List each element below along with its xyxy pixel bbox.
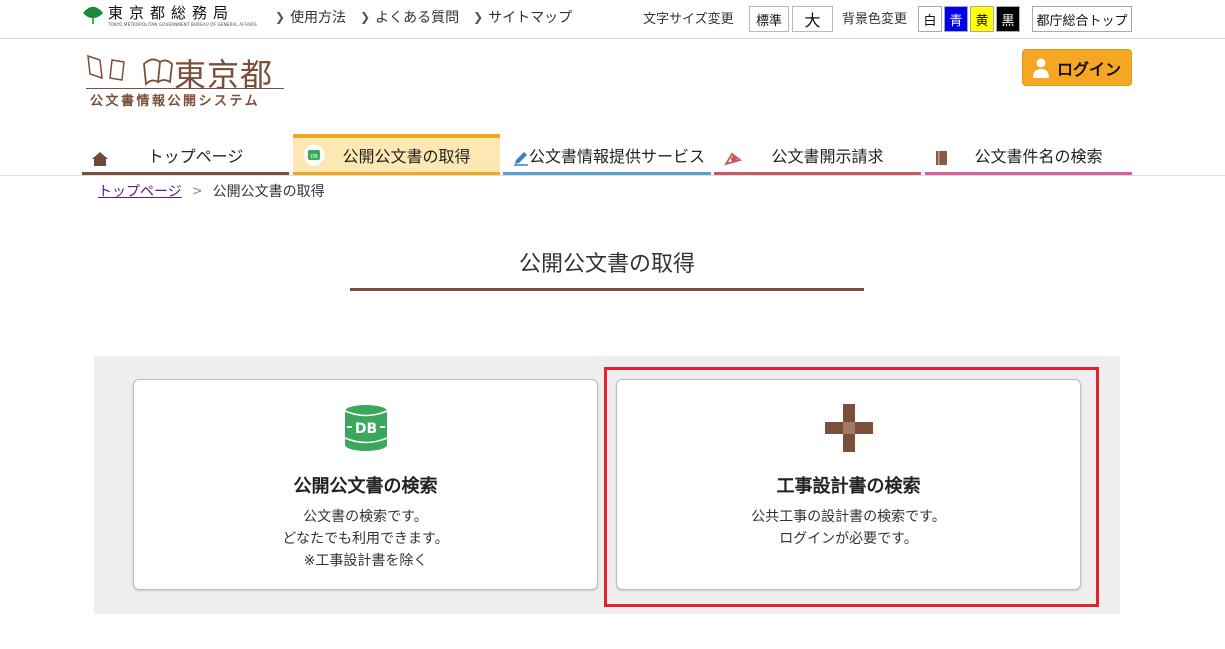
site-logo[interactable]: 東京都 公文書情報公開システム [86, 48, 286, 110]
font-size-standard-button[interactable]: 標準 [749, 6, 789, 32]
bg-color-label: 背景色変更 [842, 12, 908, 27]
highlight-box [604, 367, 1099, 607]
bg-white-button[interactable]: 白 [918, 6, 942, 32]
chevron-right-icon: ❯ [275, 10, 286, 24]
nav-tab-title-search[interactable]: 公文書件名の検索 [925, 134, 1132, 176]
card-title: 公開公文書の検索 [293, 476, 438, 497]
card-description: 公文書の検索です。 どなたでも利用できます。 ※工事設計書を除く [282, 509, 449, 569]
database-icon: DB [344, 405, 387, 451]
logo-subtitle: 公文書情報公開システム [90, 94, 261, 109]
db-icon-text: DB [354, 421, 376, 437]
login-button[interactable]: ログイン [1022, 49, 1132, 86]
utility-links: ❯ 使用方法 ❯ よくある質問 ❯ サイトマップ [275, 7, 572, 27]
bg-yellow-button[interactable]: 黄 [970, 6, 994, 32]
title-underline [350, 288, 864, 291]
ginkgo-leaf-icon [82, 6, 104, 24]
link-sitemap[interactable]: ❯ サイトマップ [473, 7, 572, 27]
database-icon: DB [303, 144, 325, 166]
open-book-icon [87, 54, 173, 86]
breadcrumb-current: 公開公文書の取得 [212, 184, 325, 200]
nav-label: トップページ [147, 147, 244, 166]
login-label: ログイン [1056, 61, 1121, 79]
nav-tab-info-service[interactable]: 公文書情報提供サービス [503, 134, 711, 176]
nav-tab-disclosure-request[interactable]: 公文書開示請求 [714, 134, 921, 176]
chevron-right-icon: ❯ [473, 10, 484, 24]
font-size-label: 文字サイズ変更 [643, 12, 734, 27]
top-utility-bar: 東京都総務局 TOKYO METROPOLITAN GOVERNMENT BUR… [0, 0, 1225, 39]
breadcrumb-separator: > [191, 183, 203, 199]
gov-top-button[interactable]: 都庁総合トップ [1032, 6, 1132, 32]
bureau-name: 東京都総務局 [108, 4, 235, 22]
person-icon [1032, 58, 1049, 78]
main-nav: トップページ DB 公開公文書の取得 公文書情報提供サービス 公文書開示請求 公… [82, 134, 1132, 176]
link-usage[interactable]: ❯ 使用方法 [275, 7, 346, 27]
nav-label: 公文書開示請求 [771, 147, 884, 166]
breadcrumb: トップページ > 公開公文書の取得 [98, 181, 325, 201]
book-icon [936, 151, 947, 165]
bg-blue-button[interactable]: 青 [944, 6, 968, 32]
bureau-subtitle: TOKYO METROPOLITAN GOVERNMENT BUREAU OF … [108, 22, 257, 27]
svg-text:DB: DB [310, 154, 318, 160]
font-size-large-button[interactable]: 大 [792, 6, 833, 32]
nav-label: 公文書件名の検索 [974, 147, 1103, 166]
seal-stamp-icon [724, 152, 742, 166]
nav-tab-home[interactable]: トップページ [82, 134, 289, 176]
nav-divider [0, 175, 1225, 176]
chevron-right-icon: ❯ [360, 10, 371, 24]
breadcrumb-home-link[interactable]: トップページ [98, 181, 182, 201]
link-faq[interactable]: ❯ よくある質問 [360, 7, 459, 27]
page-title: 公開公文書の取得 [518, 252, 695, 277]
home-icon [92, 152, 108, 166]
logo-divider [86, 88, 284, 89]
bg-black-button[interactable]: 黒 [996, 6, 1020, 32]
nav-tab-get-documents[interactable]: DB 公開公文書の取得 [293, 134, 500, 176]
card-public-document-search[interactable]: DB 公開公文書の検索 公文書の検索です。 どなたでも利用できます。 ※工事設計… [133, 379, 598, 590]
nav-label: 公文書情報提供サービス [528, 147, 705, 166]
bureau-logo[interactable]: 東京都総務局 TOKYO METROPOLITAN GOVERNMENT BUR… [82, 4, 257, 27]
pencil-icon [514, 152, 528, 166]
